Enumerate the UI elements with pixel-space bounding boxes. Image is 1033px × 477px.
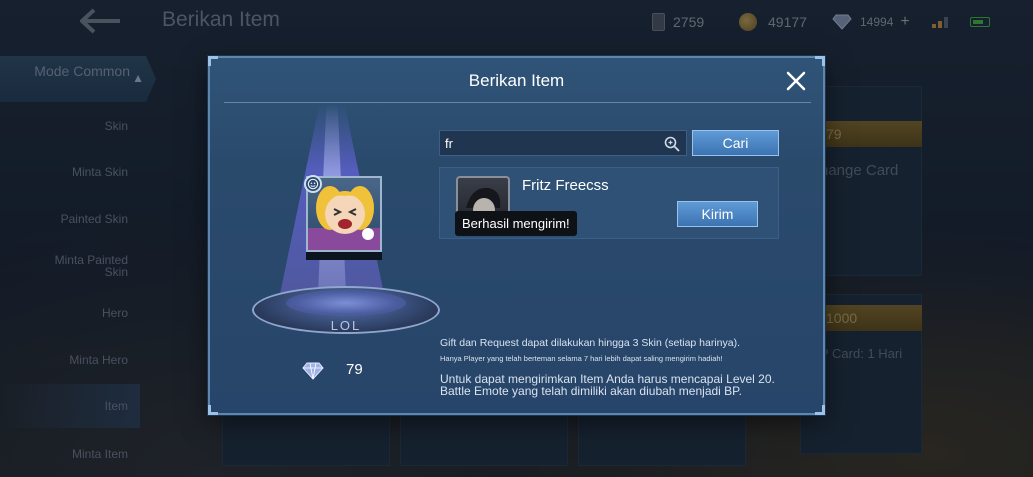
send-button[interactable]: Kirim xyxy=(677,201,758,227)
dialog-corner xyxy=(815,56,825,66)
search-button[interactable]: Cari xyxy=(692,130,779,156)
diamond-icon xyxy=(302,362,324,380)
emote-badge-icon xyxy=(304,175,322,193)
search-input[interactable]: fr xyxy=(439,130,687,156)
close-icon[interactable] xyxy=(785,70,807,92)
requirements-note: Untuk dapat mengirimkan Item Anda harus … xyxy=(440,373,810,397)
search-icon[interactable] xyxy=(664,136,680,152)
emote-conversion-text: Battle Emote yang telah dimiliki akan di… xyxy=(440,384,742,398)
success-toast: Berhasil mengirim! xyxy=(455,211,577,236)
dialog-corner xyxy=(208,405,218,415)
item-price: 79 xyxy=(346,361,363,378)
player-name: Fritz Freecss xyxy=(522,177,609,194)
dialog-corner xyxy=(815,405,825,415)
gift-limit-note: Gift dan Request dapat dilakukan hingga … xyxy=(440,337,741,349)
search-input-value: fr xyxy=(445,136,453,151)
dialog-corner xyxy=(208,56,218,66)
dialog-title: Berikan Item xyxy=(468,71,565,90)
title-divider xyxy=(224,102,811,103)
friendship-note: Hanya Player yang telah berteman selama … xyxy=(440,354,723,363)
pedestal-glow xyxy=(286,290,406,316)
pedestal-label: LOL xyxy=(330,318,362,333)
item-preview-base xyxy=(306,252,382,260)
gift-item-dialog: Berikan Item LOL 79 fr Cari Fritz Freecs… xyxy=(208,56,825,415)
